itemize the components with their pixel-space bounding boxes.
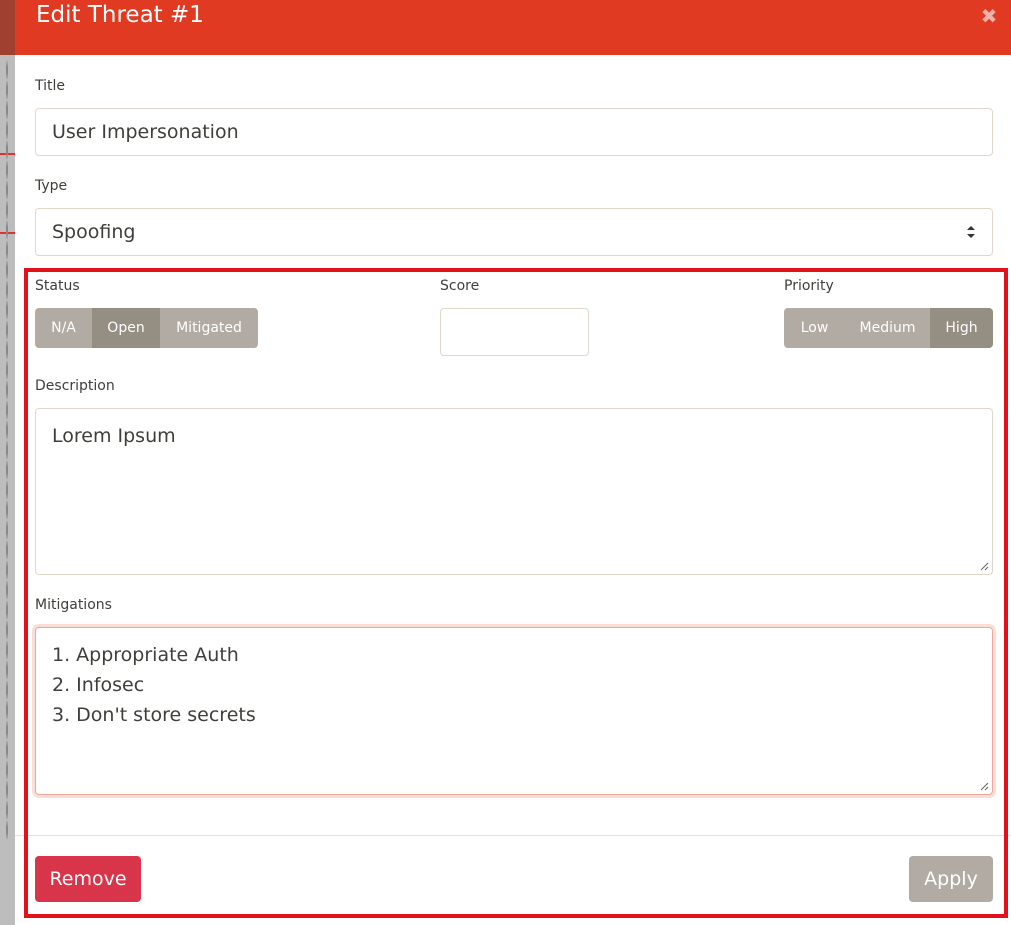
mitigations-label: Mitigations: [35, 597, 112, 613]
title-input[interactable]: User Impersonation: [35, 108, 993, 156]
priority-option-high[interactable]: High: [930, 308, 993, 348]
status-label: Status: [35, 278, 80, 294]
status-option-open[interactable]: Open: [92, 308, 160, 348]
background-dots: [6, 60, 8, 840]
priority-label: Priority: [784, 278, 834, 294]
score-label: Score: [440, 278, 480, 294]
background-app: [0, 0, 15, 925]
status-option-mitigated[interactable]: Mitigated: [160, 308, 258, 348]
mitigation-line: 2. Infosec: [52, 674, 145, 696]
priority-toggle-group: Low Medium High: [784, 308, 993, 348]
remove-button[interactable]: Remove: [35, 856, 141, 902]
description-text: Lorem Ipsum: [52, 425, 176, 447]
mitigation-line: 3. Don't store secrets: [52, 704, 256, 726]
priority-option-low[interactable]: Low: [784, 308, 845, 348]
type-select-value: Spoofing: [52, 221, 136, 243]
background-header: [0, 0, 15, 55]
resize-handle-icon[interactable]: [980, 782, 989, 791]
modal-header: Edit Threat #1 ✖: [15, 0, 1011, 55]
modal-title: Edit Threat #1: [36, 2, 204, 28]
status-toggle-group: N/A Open Mitigated: [35, 308, 258, 348]
footer-divider: [15, 835, 1011, 836]
apply-button[interactable]: Apply: [909, 856, 993, 902]
select-arrows-icon: [967, 226, 975, 238]
title-label: Title: [35, 78, 66, 94]
mitigation-line: 1. Appropriate Auth: [52, 644, 239, 666]
type-label: Type: [35, 178, 68, 194]
type-select[interactable]: Spoofing: [35, 208, 993, 256]
close-icon[interactable]: ✖: [977, 3, 1001, 29]
description-label: Description: [35, 378, 115, 394]
resize-handle-icon[interactable]: [980, 562, 989, 571]
mitigations-textarea[interactable]: 1. Appropriate Auth 2. Infosec 3. Don't …: [35, 627, 993, 795]
description-textarea[interactable]: Lorem Ipsum: [35, 408, 993, 575]
priority-option-medium[interactable]: Medium: [845, 308, 930, 348]
status-option-na[interactable]: N/A: [35, 308, 92, 348]
edit-threat-modal: Edit Threat #1 ✖ Title User Impersonatio…: [15, 0, 1011, 925]
score-input[interactable]: [440, 308, 589, 356]
